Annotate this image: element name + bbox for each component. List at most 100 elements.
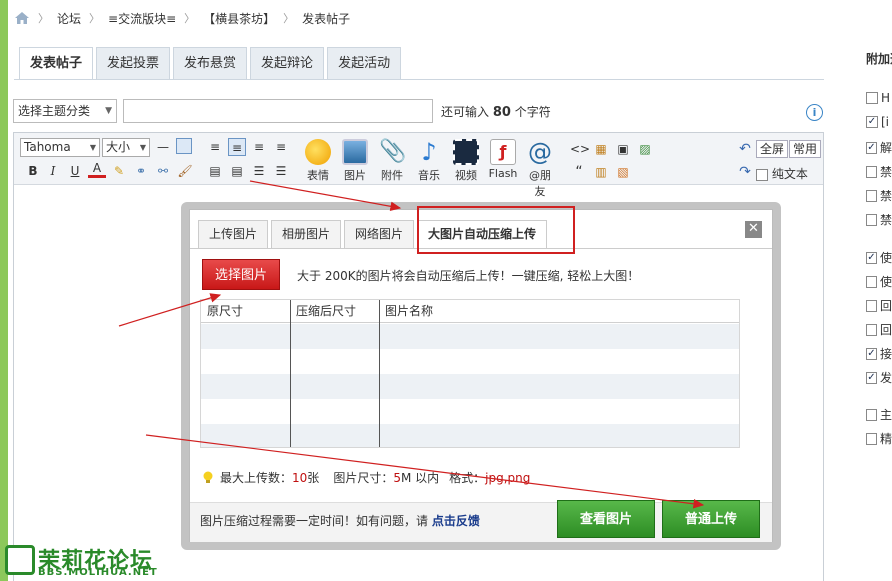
unordered-list-icon[interactable]: ☰: [272, 162, 290, 180]
option-checkbox[interactable]: [866, 408, 877, 421]
extra-option[interactable]: 禁: [866, 163, 892, 180]
extra-option[interactable]: 回: [866, 321, 892, 338]
option-label: H: [881, 91, 891, 105]
link-icon[interactable]: ⚭: [132, 162, 150, 180]
font-select[interactable]: Tahoma ▼: [20, 138, 100, 157]
extra-option[interactable]: 解: [866, 139, 892, 156]
plain-text-toggle[interactable]: 纯文本: [756, 165, 808, 182]
option-checkbox[interactable]: [866, 371, 877, 384]
background-color-icon[interactable]: ✎: [110, 162, 128, 180]
extra-option[interactable]: 使: [866, 273, 892, 290]
option-checkbox[interactable]: [866, 347, 877, 360]
breadcrumb-board[interactable]: 【横县茶坊】: [203, 10, 275, 27]
option-checkbox[interactable]: [866, 432, 877, 445]
clear-format-icon[interactable]: 🖌: [176, 162, 194, 180]
extra-option[interactable]: 禁: [866, 187, 892, 204]
option-checkbox[interactable]: [866, 275, 877, 288]
feedback-link[interactable]: 点击反馈: [432, 514, 480, 528]
normal-upload-button[interactable]: 普通上传: [662, 500, 760, 538]
extra-option[interactable]: 主: [866, 406, 892, 423]
quote-icon[interactable]: “: [570, 163, 588, 181]
free-icon[interactable]: ▣: [614, 140, 632, 158]
ordered-list-icon[interactable]: ☰: [250, 162, 268, 180]
hide-icon[interactable]: ▦: [592, 140, 610, 158]
format-label: 格式：: [449, 471, 486, 485]
extra-option[interactable]: 回: [866, 297, 892, 314]
tab-poll[interactable]: 发起投票: [96, 47, 171, 79]
justify-icon[interactable]: ≡: [272, 138, 290, 156]
tab-album-image[interactable]: 相册图片: [271, 220, 342, 248]
extra-option[interactable]: 使: [866, 249, 892, 266]
breadcrumb-section[interactable]: ≡交流版块≡: [108, 10, 176, 27]
option-checkbox[interactable]: [866, 116, 878, 128]
mention-button[interactable]: @ @朋友: [524, 139, 556, 199]
hr-icon[interactable]: —: [154, 138, 172, 156]
breadcrumb-current: 发表帖子: [302, 11, 351, 26]
float-right-icon[interactable]: ▤: [228, 162, 246, 180]
lock-icon[interactable]: ▥: [592, 163, 610, 181]
category-select[interactable]: 选择主题分类 ▼: [13, 99, 117, 123]
option-checkbox[interactable]: [866, 165, 877, 178]
align-left-icon[interactable]: ≡: [206, 138, 224, 156]
tab-web-image[interactable]: 网络图片: [344, 220, 415, 248]
undo-icon[interactable]: ↶: [736, 140, 754, 158]
tab-debate[interactable]: 发起辩论: [250, 47, 325, 79]
option-checkbox[interactable]: [866, 299, 877, 312]
unlink-icon[interactable]: ⚯: [154, 162, 172, 180]
code-icon[interactable]: <>: [570, 140, 590, 158]
view-image-button[interactable]: 查看图片: [557, 500, 655, 538]
option-checkbox[interactable]: [866, 92, 878, 104]
common-button[interactable]: 常用: [789, 140, 822, 158]
tab-new-thread[interactable]: 发表帖子: [19, 47, 94, 80]
info-icon[interactable]: i: [806, 104, 823, 121]
option-label: 发: [879, 371, 892, 385]
home-icon[interactable]: [14, 11, 30, 25]
video-button[interactable]: 视频: [450, 139, 482, 183]
table-icon[interactable]: [176, 138, 192, 154]
italic-icon[interactable]: I: [44, 162, 62, 180]
option-checkbox[interactable]: [866, 251, 877, 264]
remaining-suffix: 个字符: [514, 104, 551, 119]
music-button[interactable]: ♪ 音乐: [413, 139, 445, 183]
extra-option[interactable]: 禁: [866, 211, 892, 228]
upload-limits: 最大上传数： 10 张 图片尺寸： 5 M 以内 格式： jpg,png: [202, 469, 530, 486]
extra-option[interactable]: H: [866, 91, 892, 105]
footer-note: 图片压缩过程需要一定时间！如有问题，请 点击反馈: [200, 512, 480, 529]
option-label: 解: [879, 141, 892, 155]
table-row: [201, 324, 739, 349]
float-left-icon[interactable]: ▤: [206, 162, 224, 180]
tab-activity[interactable]: 发起活动: [327, 47, 402, 79]
align-center-icon[interactable]: ≡: [228, 138, 246, 156]
chevron-down-icon: ▼: [105, 106, 112, 116]
flash-button[interactable]: ƒ Flash: [487, 139, 519, 180]
redo-icon[interactable]: ↷: [736, 163, 754, 181]
page-icon[interactable]: ▧: [614, 163, 632, 181]
bold-icon[interactable]: B: [24, 162, 42, 180]
extra-option[interactable]: 精: [866, 430, 892, 447]
option-checkbox[interactable]: [866, 189, 877, 202]
option-checkbox[interactable]: [866, 213, 877, 226]
extra-option[interactable]: 接: [866, 345, 892, 362]
font-color-icon[interactable]: A: [88, 162, 106, 178]
close-icon[interactable]: ✕: [745, 221, 762, 238]
tab-reward[interactable]: 发布悬赏: [173, 47, 248, 79]
tab-upload-image[interactable]: 上传图片: [198, 220, 269, 248]
image-button[interactable]: 图片: [339, 139, 371, 183]
extra-options-panel: 附加选项: [866, 50, 892, 67]
option-label: 回: [879, 299, 892, 313]
choose-image-button[interactable]: 选择图片: [202, 259, 280, 290]
extra-option[interactable]: [i: [866, 115, 892, 129]
fullscreen-button[interactable]: 全屏: [756, 140, 789, 158]
attachment-button[interactable]: 📎 附件: [376, 139, 408, 183]
align-right-icon[interactable]: ≡: [250, 138, 268, 156]
option-checkbox[interactable]: [866, 323, 877, 336]
plain-text-checkbox[interactable]: [756, 168, 768, 181]
underline-icon[interactable]: U: [66, 162, 84, 180]
option-checkbox[interactable]: [866, 141, 877, 154]
download-icon[interactable]: ▨: [636, 140, 654, 158]
emoticon-button[interactable]: 表情: [302, 139, 334, 183]
extra-option[interactable]: 发: [866, 369, 892, 386]
breadcrumb-forum[interactable]: 论坛: [57, 10, 81, 27]
subject-input[interactable]: [123, 99, 433, 123]
size-select[interactable]: 大小 ▼: [102, 138, 150, 157]
